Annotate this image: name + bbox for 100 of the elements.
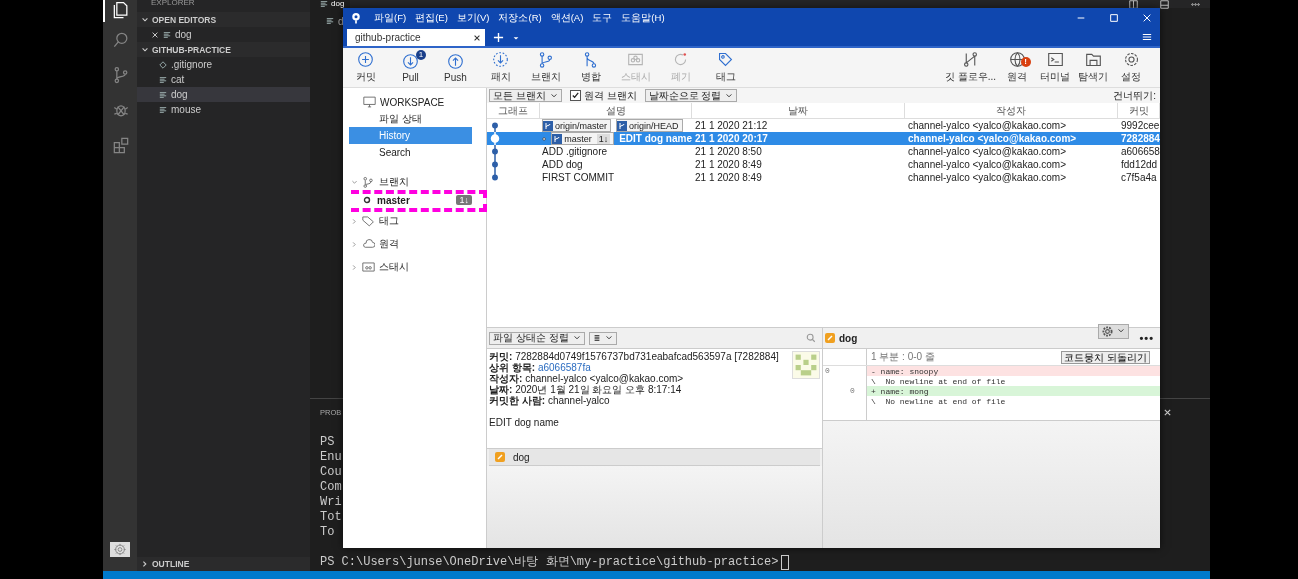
diff-line: + name: mong bbox=[870, 386, 929, 396]
checkbox[interactable] bbox=[569, 90, 581, 101]
table-cell-text: 21 1 2020 8:49 bbox=[694, 172, 763, 183]
editor-tab[interactable]: dog bbox=[310, 0, 351, 8]
column-header[interactable]: 날짜 bbox=[692, 103, 905, 118]
commit-row[interactable]: ADD .gitignore 21 1 2020 8:50 channel-yalco <yalco@kakao.com> a606658 bbox=[487, 145, 1160, 158]
terminal-line: Enu bbox=[320, 450, 342, 465]
table-cell-text: 7282884 bbox=[1120, 133, 1160, 144]
branch-name: origin/HEAD bbox=[629, 120, 679, 131]
diff-line: \ No newline at end of file bbox=[870, 396, 1006, 406]
sort-dropdown[interactable]: 날짜순으로 정렬 bbox=[644, 89, 738, 102]
toolbar-button[interactable]: 설정 bbox=[1112, 48, 1150, 87]
menu-item[interactable]: 도구 bbox=[592, 11, 613, 25]
table-cell-text: 21 1 2020 20:17 bbox=[694, 133, 769, 144]
menu-item[interactable]: 저장소(R) bbox=[498, 11, 542, 25]
revert-hunk-button[interactable]: 코드뭉치 되돌리기 bbox=[1061, 350, 1150, 364]
modified-file-icon bbox=[825, 333, 835, 343]
section-header[interactable]: GITHUB-PRACTICE bbox=[137, 42, 310, 57]
diff-file-name: dog bbox=[839, 332, 858, 344]
count-badge: 1↓ bbox=[596, 133, 611, 144]
folder-icon bbox=[1084, 51, 1102, 68]
file-item[interactable]: mouse bbox=[137, 102, 310, 117]
column-header[interactable]: 커밋 bbox=[1118, 103, 1160, 118]
group-label[interactable]: 원격 bbox=[379, 237, 399, 251]
sidebar-item[interactable]: Search bbox=[349, 144, 472, 161]
changed-file-item[interactable]: dog bbox=[489, 449, 820, 466]
toolbar-button[interactable]: 브랜치 bbox=[523, 48, 568, 87]
group-label[interactable]: 태그 bbox=[379, 214, 399, 228]
menu-item[interactable]: 파일(F) bbox=[374, 11, 407, 25]
file-item[interactable]: .gitignore bbox=[137, 57, 310, 72]
column-header[interactable]: 설명 bbox=[540, 103, 692, 118]
menu-item[interactable]: 액션(A) bbox=[550, 11, 584, 25]
table-cell-text: fdd12dd bbox=[1120, 159, 1159, 170]
branch-item[interactable]: master bbox=[377, 194, 410, 206]
close-icon[interactable] bbox=[473, 33, 481, 42]
toolbar-button[interactable]: 탐색기 bbox=[1074, 48, 1112, 87]
commit-link[interactable]: a6066587fa bbox=[537, 362, 591, 373]
commit-row[interactable]: FIRST COMMIT 21 1 2020 8:49 channel-yalco <yalco@kakao.com> c7f5a4a bbox=[487, 171, 1160, 184]
branch-icon bbox=[537, 51, 554, 68]
column-header[interactable]: 그래프 bbox=[487, 103, 540, 118]
detail-line: 상위 항목: a6066587fa bbox=[489, 362, 592, 373]
branch-dropdown[interactable]: 모든 브랜치 bbox=[489, 89, 562, 102]
toolbar-button[interactable]: 터미널 bbox=[1036, 48, 1074, 87]
menu-item[interactable]: 도움말(H) bbox=[621, 11, 665, 25]
commit-message: ADD dog bbox=[542, 159, 583, 170]
jump-label: 건너뛰기: bbox=[1113, 88, 1156, 103]
head-marker-icon bbox=[542, 134, 547, 143]
open-editor-item[interactable]: dog bbox=[137, 27, 310, 42]
toolbar-button[interactable]: 깃 플로우... bbox=[942, 48, 998, 87]
section-header[interactable]: OPEN EDITORS bbox=[137, 12, 310, 27]
terminal-line: PS bbox=[320, 435, 335, 450]
sidebar-item[interactable]: 파일 상태 bbox=[349, 110, 472, 127]
sort-dropdown[interactable]: 파일 상태순 정렬 bbox=[489, 331, 585, 345]
sidebar-title: EXPLORER bbox=[150, 0, 196, 9]
file-icon bbox=[163, 30, 171, 39]
app-logo-icon bbox=[351, 11, 361, 25]
toolbar-button[interactable]: ! 원격 bbox=[998, 48, 1036, 87]
terminal-line: Wri bbox=[320, 495, 342, 510]
section-header[interactable]: OUTLINE bbox=[137, 557, 310, 571]
group-label[interactable]: 브랜치 bbox=[379, 175, 409, 189]
checkbox-label[interactable]: 원격 브랜치 bbox=[583, 88, 637, 103]
commit-row[interactable]: master 1↓ EDIT dog name 21 1 2020 20:17 channel-yalco <yalco@kakao.com> 7282884 bbox=[487, 132, 1160, 145]
layout-icon[interactable] bbox=[1160, 0, 1169, 9]
detail-line: 날짜: 2020년 1월 21일 화요일 오후 8:17:14 bbox=[489, 384, 682, 395]
file-item[interactable]: dog bbox=[137, 87, 310, 102]
repo-tab[interactable]: github-practice bbox=[347, 29, 485, 46]
file-icon bbox=[326, 17, 334, 25]
file-item[interactable]: cat bbox=[137, 72, 310, 87]
add-tab-icon[interactable] bbox=[493, 32, 504, 43]
terminal-line: Com bbox=[320, 480, 342, 495]
line-number: 0 bbox=[825, 366, 830, 375]
column-header[interactable]: 작성자 bbox=[905, 103, 1118, 118]
toolbar-button[interactable]: 병합 bbox=[568, 48, 613, 87]
section-title: WORKSPACE bbox=[380, 96, 445, 108]
menu-item[interactable]: 편집(E) bbox=[415, 11, 448, 25]
more-button[interactable]: ••• bbox=[1139, 332, 1154, 344]
menu-item[interactable]: 보기(V) bbox=[456, 11, 490, 25]
flow-icon bbox=[961, 51, 979, 68]
toolbar-button[interactable]: 1 Pull bbox=[388, 48, 433, 87]
branch-icon bbox=[543, 120, 553, 131]
split-editor-icon[interactable] bbox=[1129, 0, 1138, 9]
view-dropdown[interactable] bbox=[588, 331, 617, 345]
monitor-icon bbox=[363, 96, 376, 108]
file-icon bbox=[159, 75, 167, 84]
section-title: OUTLINE bbox=[152, 559, 190, 569]
caret-icon[interactable] bbox=[512, 34, 520, 42]
toolbar-button[interactable]: Push bbox=[433, 48, 478, 87]
breadcrumb[interactable]: d bbox=[338, 15, 344, 27]
file-icon bbox=[159, 90, 167, 99]
toolbar-button[interactable]: 태그 bbox=[703, 48, 748, 87]
menu-icon[interactable] bbox=[1142, 32, 1152, 42]
more-icon[interactable] bbox=[1191, 0, 1200, 9]
maximize-icon[interactable] bbox=[1109, 13, 1119, 23]
tag-icon bbox=[717, 51, 734, 68]
commit-row[interactable]: ADD dog 21 1 2020 8:49 channel-yalco <yalco@kakao.com> fdd12dd bbox=[487, 158, 1160, 171]
plus-circle-icon bbox=[357, 51, 374, 68]
branch-icon bbox=[362, 176, 375, 188]
toolbar-button[interactable]: 패치 bbox=[478, 48, 523, 87]
toolbar-button[interactable]: 커밋 bbox=[343, 48, 388, 87]
group-label[interactable]: 스태시 bbox=[379, 260, 409, 274]
